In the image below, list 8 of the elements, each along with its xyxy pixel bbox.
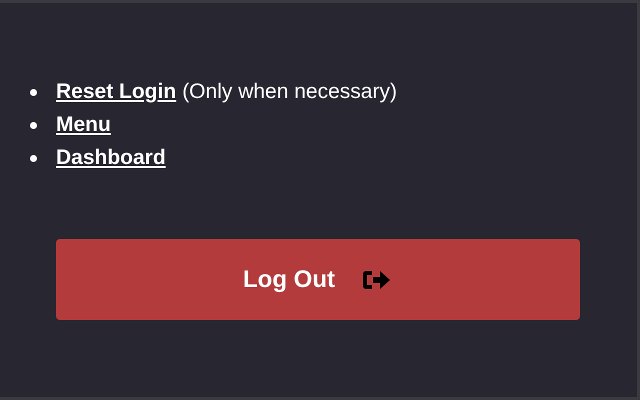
link[interactable]: Reset Login [56, 76, 176, 108]
link-note: (Only when necessary) [182, 79, 397, 106]
link[interactable]: Dashboard [56, 142, 166, 174]
bullet-icon [30, 154, 37, 162]
link[interactable]: Menu [56, 109, 111, 141]
logout-button[interactable]: Log Out [56, 239, 580, 320]
bullet-icon [30, 122, 37, 128]
bullet-icon [30, 88, 37, 96]
